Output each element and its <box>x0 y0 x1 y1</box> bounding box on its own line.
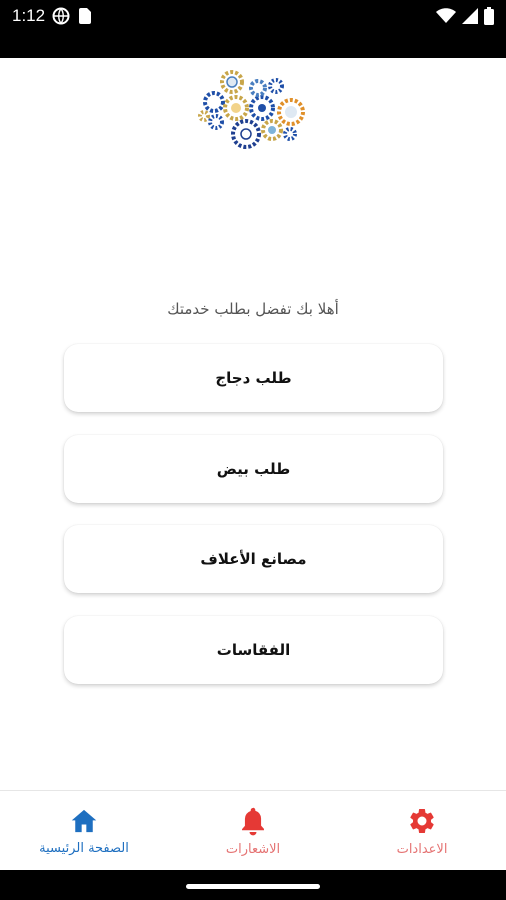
system-gesture-bar <box>0 870 506 900</box>
home-icon <box>71 809 97 832</box>
service-card-label: طلب بيض <box>216 460 291 478</box>
status-icons-left <box>52 7 92 25</box>
service-card-label: طلب دجاج <box>215 369 292 387</box>
nav-item-home[interactable]: الصفحة الرئيسية <box>0 791 168 871</box>
service-card-hatcheries[interactable]: الفقاسات <box>64 616 443 684</box>
battery-icon <box>484 7 494 25</box>
app-logo-gears <box>198 70 305 149</box>
status-time: 1:12 <box>12 6 46 25</box>
signal-icon <box>462 8 478 24</box>
nav-item-notifications[interactable]: الاشعارات <box>169 791 337 871</box>
status-bar: 1:12 <box>0 0 506 58</box>
service-card-chicken-order[interactable]: طلب دجاج <box>64 344 443 412</box>
nav-label-settings: الاعدادات <box>396 841 448 857</box>
service-card-egg-order[interactable]: طلب بيض <box>64 435 443 503</box>
service-card-feed-factories[interactable]: مصانع الأعلاف <box>64 525 443 593</box>
nav-label-notifications: الاشعارات <box>225 841 281 857</box>
greeting-text: أهلا بك تفضل بطلب خدمتك <box>167 300 339 318</box>
home-gesture-handle[interactable] <box>186 884 320 889</box>
service-card-label: الفقاسات <box>216 641 291 659</box>
nav-item-settings[interactable]: الاعدادات <box>338 791 506 871</box>
sim-card-icon <box>79 8 91 24</box>
service-card-label: مصانع الأعلاف <box>200 550 307 568</box>
gear-icon <box>410 808 434 833</box>
bottom-navigation: الصفحة الرئيسية الاشعارات الاعدادات <box>0 790 506 871</box>
vpn-globe-icon <box>52 7 70 25</box>
bell-icon <box>242 807 264 835</box>
wifi-icon <box>436 8 456 23</box>
nav-label-home: الصفحة الرئيسية <box>39 840 129 856</box>
status-icons-right <box>436 7 494 25</box>
